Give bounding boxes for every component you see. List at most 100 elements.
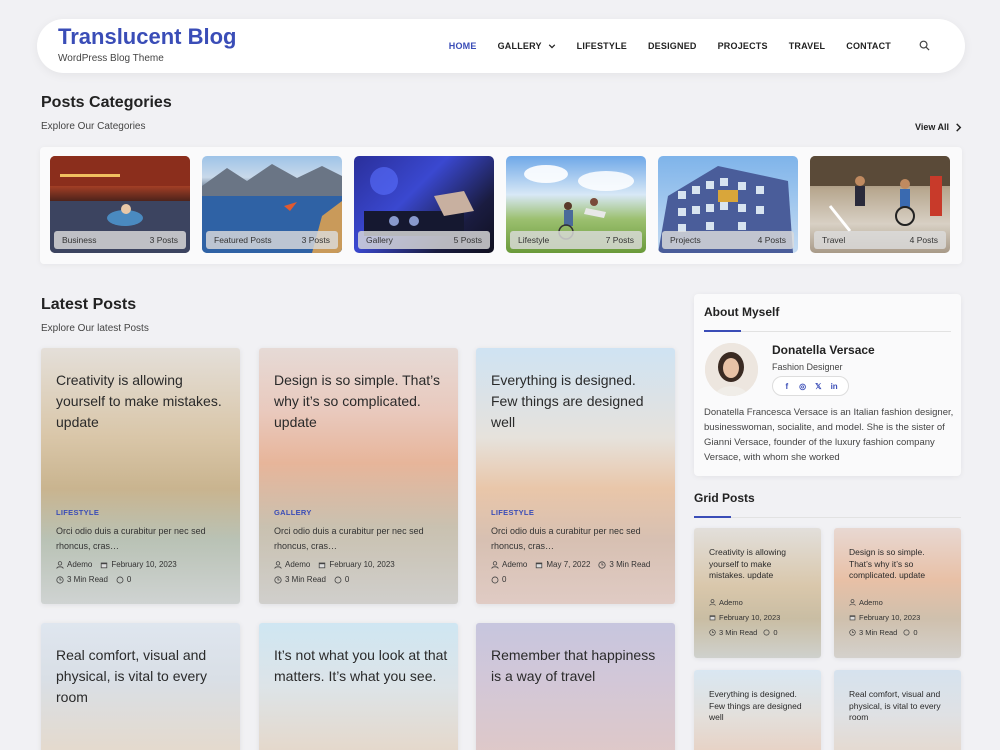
nav-travel[interactable]: TRAVEL bbox=[789, 41, 826, 51]
user-icon bbox=[709, 599, 716, 606]
post-category[interactable]: LIFESTYLE bbox=[56, 508, 99, 517]
post-category[interactable]: GALLERY bbox=[274, 508, 312, 517]
post-title[interactable]: Everything is designed. Few things are d… bbox=[709, 689, 809, 724]
post-card[interactable]: Creativity is allowing yourself to make … bbox=[41, 348, 240, 604]
nav-gallery[interactable]: GALLERY bbox=[498, 41, 556, 51]
post-title[interactable]: Real comfort, visual and physical, is vi… bbox=[56, 645, 231, 708]
post-author[interactable]: Ademo bbox=[859, 598, 883, 607]
linkedin-icon[interactable]: in bbox=[830, 382, 839, 391]
post-title[interactable]: It’s not what you look at that matters. … bbox=[274, 645, 449, 687]
category-count: 7 Posts bbox=[605, 235, 634, 245]
category-card-lifestyle[interactable]: Lifestyle 7 Posts bbox=[506, 156, 646, 253]
post-card[interactable]: Real comfort, visual and physical, is vi… bbox=[41, 623, 240, 750]
clock-icon bbox=[56, 575, 64, 584]
site-title[interactable]: Translucent Blog bbox=[58, 24, 236, 50]
clock-icon bbox=[849, 629, 856, 636]
social-links: f ◎ 𝕏 in bbox=[772, 376, 849, 396]
post-title[interactable]: Everything is designed. Few things are d… bbox=[491, 370, 666, 433]
calendar-icon bbox=[101, 562, 108, 568]
grid-post-card[interactable]: Design is so simple. That’s why it’s so … bbox=[834, 528, 961, 658]
category-card-featured-posts[interactable]: Featured Posts 3 Posts bbox=[202, 156, 342, 253]
latest-posts-subtitle: Explore Our latest Posts bbox=[41, 323, 149, 334]
site-header: Translucent Blog WordPress Blog Theme HO… bbox=[37, 19, 965, 73]
clock-icon bbox=[709, 629, 716, 636]
category-count: 4 Posts bbox=[757, 235, 786, 245]
latest-posts-title: Latest Posts bbox=[41, 296, 137, 313]
grid-post-card[interactable]: Real comfort, visual and physical, is vi… bbox=[834, 670, 961, 750]
post-meta-comments: 0 bbox=[491, 575, 506, 584]
post-title[interactable]: Remember that happiness is a way of trav… bbox=[491, 645, 666, 687]
post-excerpt: Orci odio duis a curabitur per nec sed r… bbox=[56, 526, 206, 551]
view-all-link[interactable]: View All bbox=[915, 122, 962, 132]
post-title[interactable]: Creativity is allowing yourself to make … bbox=[56, 370, 231, 433]
nav-lifestyle[interactable]: LIFESTYLE bbox=[577, 41, 627, 51]
post-comments[interactable]: 0 bbox=[127, 575, 131, 584]
search-icon[interactable] bbox=[919, 40, 930, 51]
post-card[interactable]: Remember that happiness is a way of trav… bbox=[476, 623, 675, 750]
post-date-row: February 10, 2023 bbox=[709, 613, 780, 622]
post-title[interactable]: Real comfort, visual and physical, is vi… bbox=[849, 689, 949, 724]
post-author[interactable]: Ademo bbox=[502, 560, 527, 569]
post-author-row: Ademo bbox=[709, 598, 743, 607]
instagram-icon[interactable]: ◎ bbox=[798, 382, 807, 391]
post-date: May 7, 2022 bbox=[546, 560, 591, 569]
post-author[interactable]: Ademo bbox=[285, 560, 310, 569]
clock-icon bbox=[598, 560, 606, 569]
author-bio: Donatella Francesca Versace is an Italia… bbox=[704, 407, 954, 463]
post-author[interactable]: Ademo bbox=[67, 560, 92, 569]
post-comments[interactable]: 0 bbox=[502, 575, 506, 584]
post-excerpt: Orci odio duis a curabitur per nec sed r… bbox=[491, 526, 641, 551]
post-category[interactable]: LIFESTYLE bbox=[491, 508, 534, 517]
categories-title: Posts Categories bbox=[41, 94, 172, 111]
calendar-icon bbox=[319, 562, 326, 568]
avatar bbox=[705, 343, 758, 396]
x-twitter-icon[interactable]: 𝕏 bbox=[814, 382, 823, 391]
post-date-row: February 10, 2023 bbox=[849, 613, 920, 622]
nav-home[interactable]: HOME bbox=[449, 41, 477, 51]
site-tagline: WordPress Blog Theme bbox=[58, 53, 164, 64]
category-name: Business bbox=[62, 235, 97, 245]
post-card[interactable]: Everything is designed. Few things are d… bbox=[476, 348, 675, 604]
post-date: February 10, 2023 bbox=[329, 560, 395, 569]
post-meta-author-date: Ademo February 10, 2023 bbox=[274, 560, 395, 569]
post-card[interactable]: Design is so simple. That’s why it’s so … bbox=[259, 348, 458, 604]
post-title[interactable]: Design is so simple. That’s why it’s so … bbox=[849, 547, 949, 582]
post-author[interactable]: Ademo bbox=[719, 598, 743, 607]
nav-contact[interactable]: CONTACT bbox=[846, 41, 891, 51]
grid-posts-title: Grid Posts bbox=[694, 491, 755, 505]
nav-projects[interactable]: PROJECTS bbox=[718, 41, 768, 51]
grid-post-card[interactable]: Everything is designed. Few things are d… bbox=[694, 670, 821, 750]
category-bar: Gallery 5 Posts bbox=[358, 231, 490, 249]
about-title: About Myself bbox=[704, 305, 780, 319]
category-bar: Business 3 Posts bbox=[54, 231, 186, 249]
category-card-business[interactable]: Business 3 Posts bbox=[50, 156, 190, 253]
category-count: 3 Posts bbox=[301, 235, 330, 245]
about-widget: About Myself Donatella Versace Fashion D… bbox=[694, 294, 961, 476]
post-card[interactable]: It’s not what you look at that matters. … bbox=[259, 623, 458, 750]
category-count: 3 Posts bbox=[149, 235, 178, 245]
post-comments[interactable]: 0 bbox=[345, 575, 349, 584]
post-title[interactable]: Design is so simple. That’s why it’s so … bbox=[274, 370, 449, 433]
post-meta-author-date: Ademo May 7, 2022 3 Min Read bbox=[491, 560, 650, 569]
post-title[interactable]: Creativity is allowing yourself to make … bbox=[709, 547, 809, 582]
category-card-travel[interactable]: Travel 4 Posts bbox=[810, 156, 950, 253]
post-comments[interactable]: 0 bbox=[773, 628, 777, 637]
user-icon bbox=[849, 599, 856, 606]
user-icon bbox=[56, 560, 64, 569]
post-date: February 10, 2023 bbox=[111, 560, 177, 569]
category-card-projects[interactable]: Projects 4 Posts bbox=[658, 156, 798, 253]
category-card-gallery[interactable]: Gallery 5 Posts bbox=[354, 156, 494, 253]
grid-post-card[interactable]: Creativity is allowing yourself to make … bbox=[694, 528, 821, 658]
author-name: Donatella Versace bbox=[772, 343, 875, 357]
view-all-label: View All bbox=[914, 122, 949, 132]
post-read-time: 3 Min Read bbox=[719, 628, 758, 637]
comment-icon bbox=[903, 629, 910, 636]
post-read-time: 3 Min Read bbox=[67, 575, 108, 584]
facebook-icon[interactable]: f bbox=[782, 382, 791, 391]
categories-subtitle: Explore Our Categories bbox=[41, 121, 146, 132]
post-read-row: 3 Min Read 0 bbox=[849, 628, 918, 637]
post-comments[interactable]: 0 bbox=[913, 628, 917, 637]
nav-designed[interactable]: DESIGNED bbox=[648, 41, 697, 51]
post-meta-author-date: Ademo February 10, 2023 bbox=[56, 560, 177, 569]
calendar-icon bbox=[709, 615, 716, 621]
